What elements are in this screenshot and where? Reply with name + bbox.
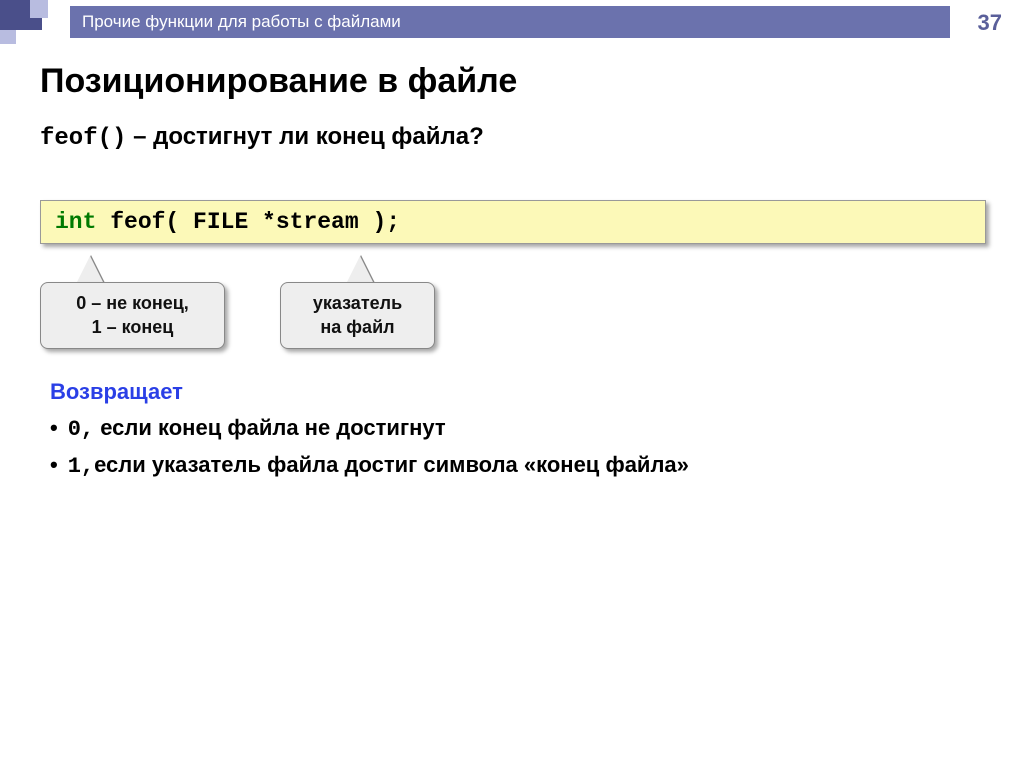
bullet-text: если указатель файла достиг символа «кон… <box>94 452 689 477</box>
bullet-item: • 1,если указатель файла достиг символа … <box>50 452 994 479</box>
bullet-dot-icon: • <box>50 452 58 478</box>
callout-line: указатель <box>295 291 420 315</box>
slide-content: Позиционирование в файле feof() – достиг… <box>0 44 1024 479</box>
callout-line: на файл <box>295 315 420 339</box>
subtitle-dash: – <box>126 123 153 150</box>
bullet-code: 1, <box>68 454 94 479</box>
callout-pointer-icon <box>346 256 374 284</box>
code-keyword: int <box>55 209 96 235</box>
bullet-code: 0, <box>68 417 94 442</box>
code-declaration: int feof( FILE *stream ); <box>40 200 986 244</box>
returns-section: Возвращает • 0, если конец файла не дост… <box>50 379 994 479</box>
header-title: Прочие функции для работы с файлами <box>70 6 950 38</box>
callout-line: 1 – конец <box>55 315 210 339</box>
callout-pointer-icon <box>76 256 104 284</box>
page-number: 37 <box>978 10 1002 36</box>
callout-file-pointer: указатель на файл <box>280 282 435 349</box>
bullet-dot-icon: • <box>50 415 58 441</box>
code-rest: feof( FILE *stream ); <box>96 209 400 235</box>
callout-line: 0 – не конец, <box>55 291 210 315</box>
slide-header: Прочие функции для работы с файлами 37 <box>0 0 1024 44</box>
callouts: 0 – не конец, 1 – конец указатель на фай… <box>40 244 994 349</box>
callout-return-value: 0 – не конец, 1 – конец <box>40 282 225 349</box>
logo-icon <box>0 0 64 44</box>
returns-label: Возвращает <box>50 379 994 405</box>
subtitle-func: feof() <box>40 125 126 152</box>
subtitle: feof() – достигнут ли конец файла? <box>40 123 994 152</box>
bullet-item: • 0, если конец файла не достигнут <box>50 415 994 442</box>
slide-title: Позиционирование в файле <box>40 62 994 101</box>
subtitle-text: достигнут ли конец файла? <box>153 123 484 150</box>
bullet-text: если конец файла не достигнут <box>94 415 446 440</box>
